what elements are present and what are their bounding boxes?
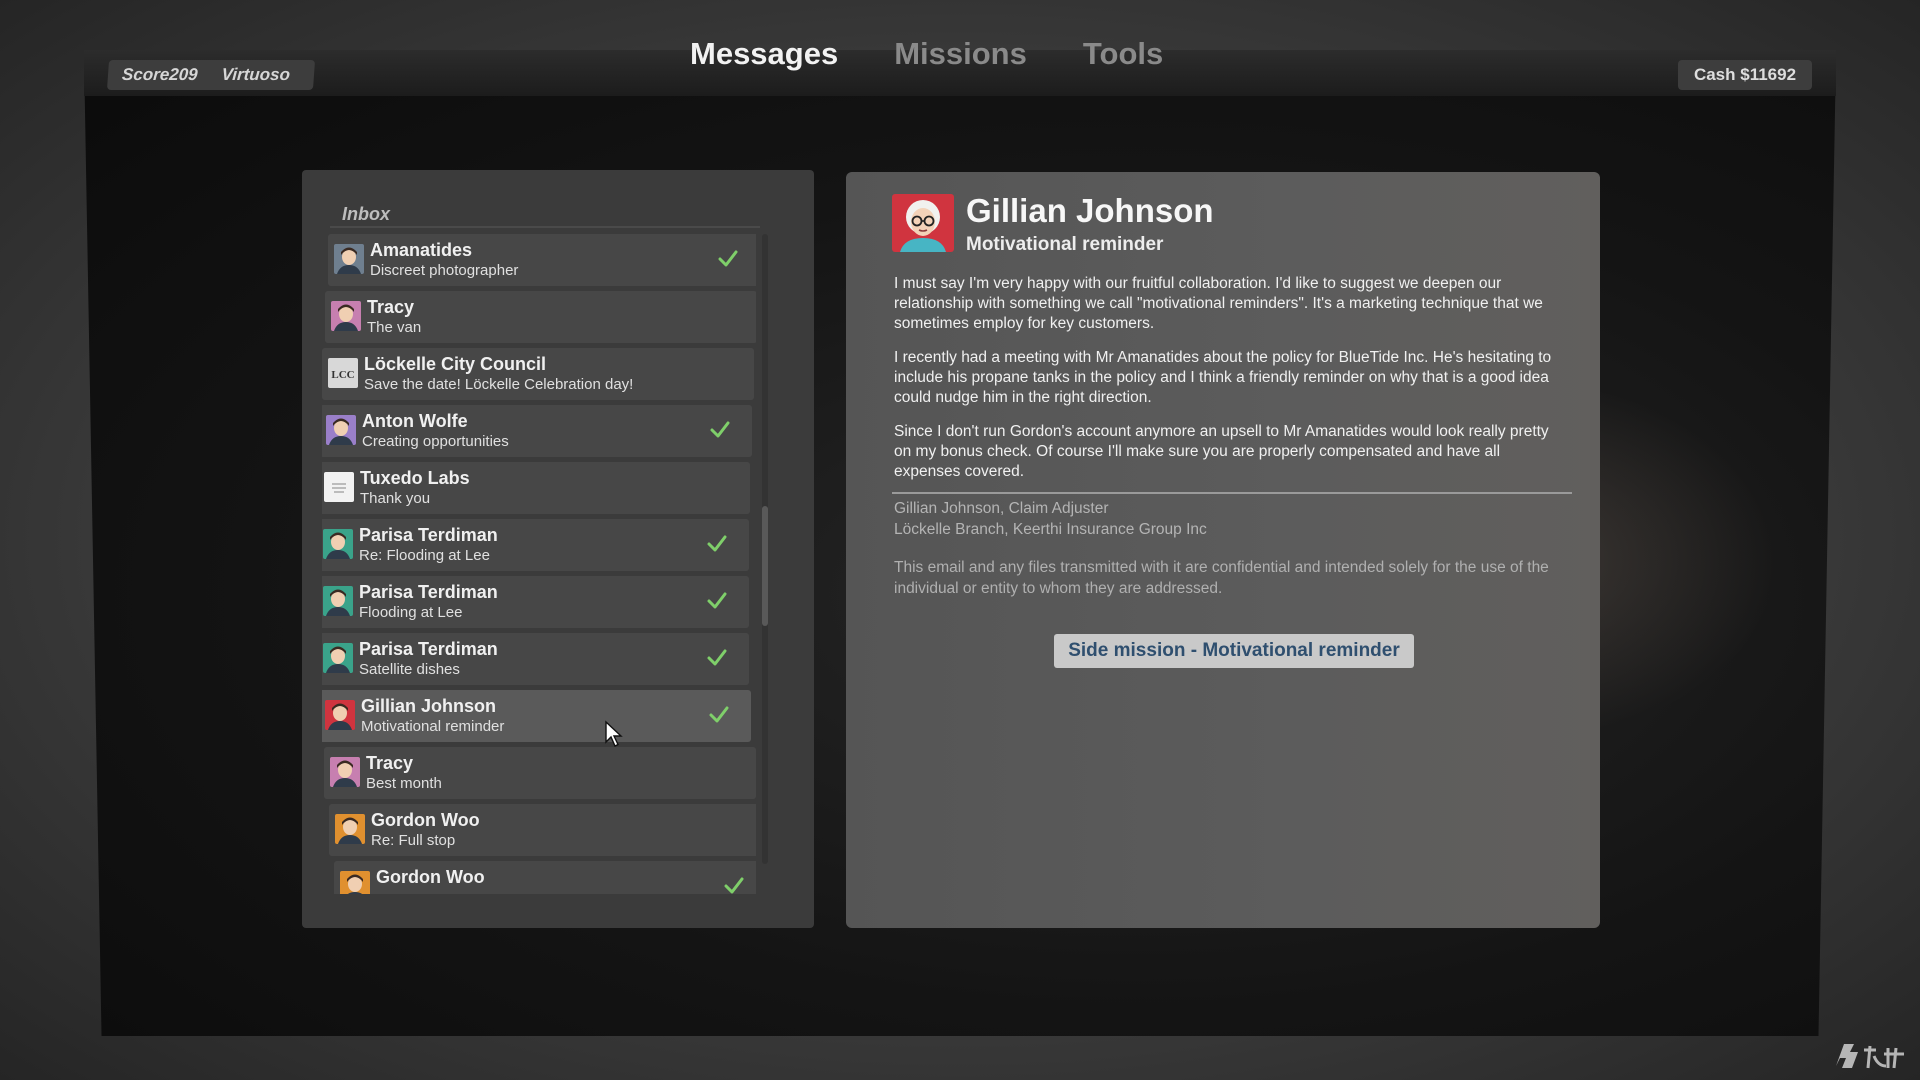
body-paragraph: I must say I'm very happy with our fruit… <box>894 275 1543 332</box>
checkmark-icon <box>710 421 730 438</box>
row-sender: Gordon Woo <box>371 810 480 830</box>
woman-portrait-icon <box>323 643 353 673</box>
body-paragraph: Since I don't run Gordon's account anymo… <box>894 423 1549 480</box>
inbox-message-row[interactable]: Parisa Terdiman Re: Flooding at Lee <box>322 519 749 571</box>
signature-divider <box>892 492 1572 494</box>
score-badge: Score209 Virtuoso <box>106 60 316 90</box>
man-portrait-icon <box>335 814 365 844</box>
site-logo-icon <box>1836 1044 1904 1069</box>
row-sender: Tracy <box>366 753 414 773</box>
woman-portrait-icon <box>323 586 353 616</box>
man-portrait-icon <box>334 244 364 274</box>
inbox-title: Inbox <box>342 204 390 224</box>
message-sender: Gillian Johnson <box>966 192 1214 229</box>
scrollbar-thumb[interactable] <box>762 506 768 626</box>
message-list[interactable]: Amanatides Discreet photographer Tracy The … <box>322 234 756 894</box>
tuxedo-labs-logo-icon <box>324 472 354 502</box>
inbox-message-row[interactable]: Parisa Terdiman Satellite dishes <box>322 633 749 685</box>
row-sender: Gillian Johnson <box>361 696 497 716</box>
inbox-message-row[interactable]: Gillian Johnson Motivational reminder <box>322 690 751 742</box>
signature-line: Gillian Johnson, Claim Adjuster <box>894 500 1109 517</box>
message-body: I must say I'm very happy with our fruit… <box>894 274 1564 496</box>
row-subject: Flooding at Lee <box>359 604 463 621</box>
inbox-message-row[interactable]: Gordon Woo <box>334 861 756 894</box>
man-portrait-icon <box>326 415 356 445</box>
row-sender: Parisa Terdiman <box>359 639 498 659</box>
inbox-message-row[interactable]: Tracy Best month <box>324 747 756 799</box>
inbox-message-row[interactable]: Tracy The van <box>325 291 756 343</box>
checkmark-icon <box>718 250 738 267</box>
tab-messages[interactable]: Messages <box>690 36 838 72</box>
inbox-message-row[interactable]: LCC Löckelle City Council Save the date! L… <box>322 348 754 400</box>
checkmark-icon <box>709 706 729 723</box>
checkmark-icon <box>724 877 744 894</box>
signature: Gillian Johnson, Claim Adjuster Löckelle… <box>894 498 1207 540</box>
row-sender: Parisa Terdiman <box>359 525 498 545</box>
confidentiality-disclaimer: This email and any files transmitted wit… <box>894 559 1549 597</box>
woman-portrait-icon <box>892 194 954 252</box>
checkmark-icon <box>707 649 727 666</box>
row-subject: Satellite dishes <box>359 661 460 678</box>
main-tabs: Messages Missions Tools <box>690 36 1163 72</box>
lcc-logo-icon: LCC <box>328 358 358 388</box>
row-subject: Motivational reminder <box>361 718 505 735</box>
row-sender: Parisa Terdiman <box>359 582 498 602</box>
row-subject: Re: Flooding at Lee <box>359 547 490 564</box>
row-subject: Thank you <box>360 490 431 507</box>
row-subject: Discreet photographer <box>370 262 519 279</box>
inbox-divider <box>330 226 760 228</box>
svg-text:LCC: LCC <box>331 369 354 381</box>
inbox-panel: Inbox Amanatides Discreet photographer Tra… <box>302 170 814 928</box>
checkmark-icon <box>707 592 727 609</box>
message-subject: Motivational reminder <box>966 234 1164 255</box>
inbox-message-row[interactable]: Anton Wolfe Creating opportunities <box>322 405 752 457</box>
tab-tools[interactable]: Tools <box>1083 36 1163 72</box>
inbox-message-row[interactable]: Amanatides Discreet photographer <box>328 234 756 286</box>
woman-portrait-icon <box>325 700 355 730</box>
row-sender: Amanatides <box>370 240 473 260</box>
inbox-message-row[interactable]: Tuxedo Labs Thank you <box>322 462 750 514</box>
signature-line: Löckelle Branch, Keerthi Insurance Group… <box>894 521 1207 538</box>
mouse-cursor-icon <box>605 720 623 747</box>
row-subject: Best month <box>366 775 442 792</box>
rank-label: Virtuoso <box>220 65 291 84</box>
cash-badge: Cash $11692 <box>1678 60 1812 90</box>
inbox-message-row[interactable]: Parisa Terdiman Flooding at Lee <box>322 576 749 628</box>
row-sender: Tuxedo Labs <box>360 468 470 488</box>
man-portrait-icon <box>340 871 370 894</box>
tab-missions[interactable]: Missions <box>894 36 1027 72</box>
message-panel: Gillian Johnson Motivational reminder I … <box>846 172 1600 928</box>
sender-avatar <box>892 194 954 252</box>
row-subject: Re: Full stop <box>371 832 456 849</box>
inbox-message-row[interactable]: Gordon Woo Re: Full stop <box>329 804 756 856</box>
body-paragraph: I recently had a meeting with Mr Amanati… <box>894 349 1552 406</box>
row-sender: Tracy <box>367 297 415 317</box>
score-label: Score209 <box>121 65 199 84</box>
row-subject: The van <box>367 319 422 336</box>
row-subject: Save the date! Löckelle Celebration day! <box>364 376 634 393</box>
side-mission-button[interactable]: Side mission - Motivational reminder <box>1054 634 1414 668</box>
row-sender: Anton Wolfe <box>362 411 468 431</box>
woman-portrait-icon <box>323 529 353 559</box>
row-sender: Gordon Woo <box>376 867 485 887</box>
checkmark-icon <box>707 535 727 552</box>
row-sender: Löckelle City Council <box>364 354 547 374</box>
woman-portrait-icon <box>331 301 361 331</box>
row-subject: Creating opportunities <box>362 433 509 450</box>
woman-portrait-icon <box>330 757 360 787</box>
